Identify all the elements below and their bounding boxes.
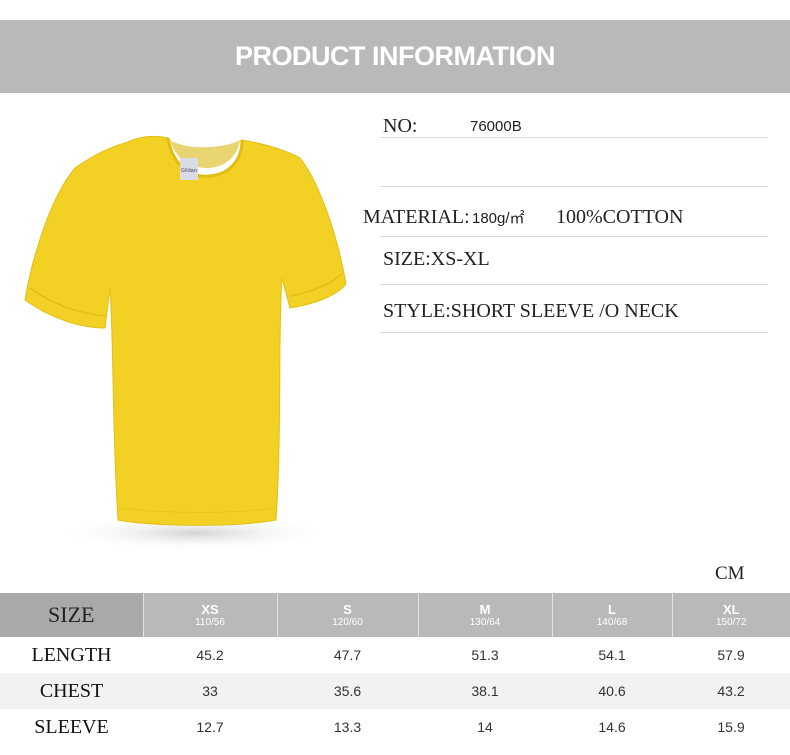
size-column-l: L 140/68 bbox=[552, 593, 673, 637]
divider bbox=[380, 186, 768, 187]
divider bbox=[380, 236, 768, 237]
table-cell: 45.2 bbox=[196, 647, 224, 663]
divider bbox=[380, 332, 768, 333]
table-cell: 14 bbox=[477, 719, 493, 735]
table-row-chest: CHEST 33 35.6 38.1 40.6 43.2 bbox=[0, 673, 790, 709]
table-row-sleeve: SLEEVE 12.7 13.3 14 14.6 15.9 bbox=[0, 709, 790, 745]
size-header-row: SIZE XS 110/56 S 120/60 M 130/64 L 140/6… bbox=[0, 593, 790, 637]
table-cell: 35.6 bbox=[277, 673, 418, 709]
table-cell: 43.2 bbox=[672, 673, 790, 709]
tshirt-illustration: Gildan bbox=[24, 135, 347, 551]
material-weight: 180g/㎡ bbox=[472, 210, 525, 227]
size-range-label: SIZE:XS-XL bbox=[383, 248, 490, 270]
size-column-m: M 130/64 bbox=[418, 593, 553, 637]
product-image: Gildan bbox=[20, 128, 355, 558]
table-cell: 51.3 bbox=[471, 647, 499, 663]
shirt-tag-text: Gildan bbox=[181, 168, 197, 174]
header-banner: PRODUCT INFORMATION bbox=[0, 20, 790, 93]
product-number-value: 76000B bbox=[470, 118, 522, 135]
size-header-label: SIZE bbox=[0, 593, 144, 637]
size-column-xs: XS 110/56 bbox=[143, 593, 278, 637]
material-label: MATERIAL: bbox=[363, 206, 470, 228]
size-column-s: S 120/60 bbox=[277, 593, 419, 637]
product-number-label: NO: bbox=[383, 115, 418, 137]
page-title: PRODUCT INFORMATION bbox=[235, 41, 555, 71]
table-cell: 13.3 bbox=[333, 719, 362, 735]
table-cell: 38.1 bbox=[418, 673, 552, 709]
divider bbox=[380, 137, 768, 138]
table-row-length: LENGTH 45.2 47.7 51.3 54.1 57.9 bbox=[0, 637, 790, 673]
table-cell: 54.1 bbox=[598, 647, 626, 663]
table-cell: 12.7 bbox=[196, 719, 224, 735]
row-label: LENGTH bbox=[31, 643, 112, 666]
table-cell: 57.9 bbox=[717, 647, 745, 663]
table-cell: 14.6 bbox=[598, 719, 626, 735]
table-cell: 15.9 bbox=[717, 719, 745, 735]
style-label: STYLE:SHORT SLEEVE /O NECK bbox=[383, 300, 679, 322]
table-cell: 47.7 bbox=[333, 647, 362, 663]
table-cell: 33 bbox=[143, 673, 277, 709]
size-chart-table: SIZE XS 110/56 S 120/60 M 130/64 L 140/6… bbox=[0, 593, 790, 745]
row-label: SLEEVE bbox=[34, 715, 109, 738]
row-label: CHEST bbox=[0, 673, 143, 709]
table-cell: 40.6 bbox=[552, 673, 672, 709]
unit-label: CM bbox=[715, 563, 745, 584]
material-fabric: 100%COTTON bbox=[556, 206, 684, 228]
size-column-xl: XL 150/72 bbox=[672, 593, 790, 637]
divider bbox=[380, 284, 768, 285]
